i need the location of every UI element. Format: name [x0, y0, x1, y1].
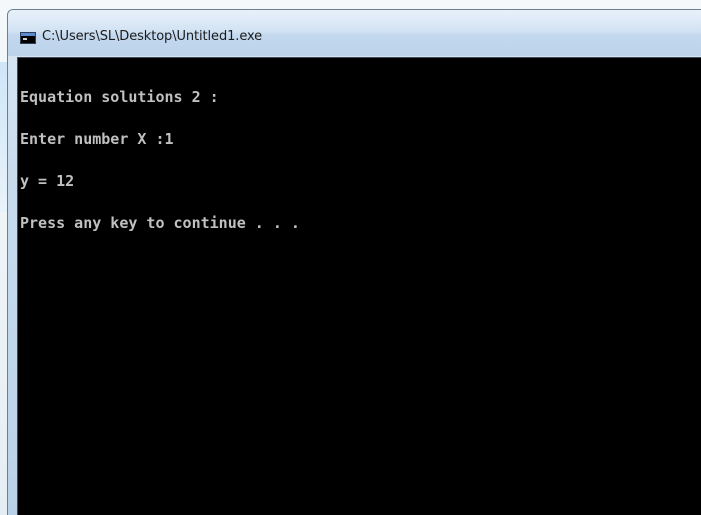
console-window[interactable]: C:\Users\SL\Desktop\Untitled1.exe Equati… [7, 9, 701, 515]
console-app-icon[interactable] [20, 32, 36, 44]
console-line: Press any key to continue . . . [20, 214, 300, 232]
desktop-highlight [0, 62, 7, 212]
icon-titlebar-strip [21, 33, 35, 36]
console-line: Enter number X :1 [20, 130, 174, 148]
console-line: y = 12 [20, 172, 75, 190]
console-client-area[interactable]: Equation solutions 2 : Enter number X :1… [17, 57, 701, 515]
title-bar[interactable]: C:\Users\SL\Desktop\Untitled1.exe [8, 10, 701, 56]
icon-cursor [23, 38, 27, 40]
console-line: Equation solutions 2 : [20, 88, 219, 106]
console-output: Equation solutions 2 : Enter number X :1… [20, 62, 701, 515]
window-title: C:\Users\SL\Desktop\Untitled1.exe [42, 29, 263, 44]
